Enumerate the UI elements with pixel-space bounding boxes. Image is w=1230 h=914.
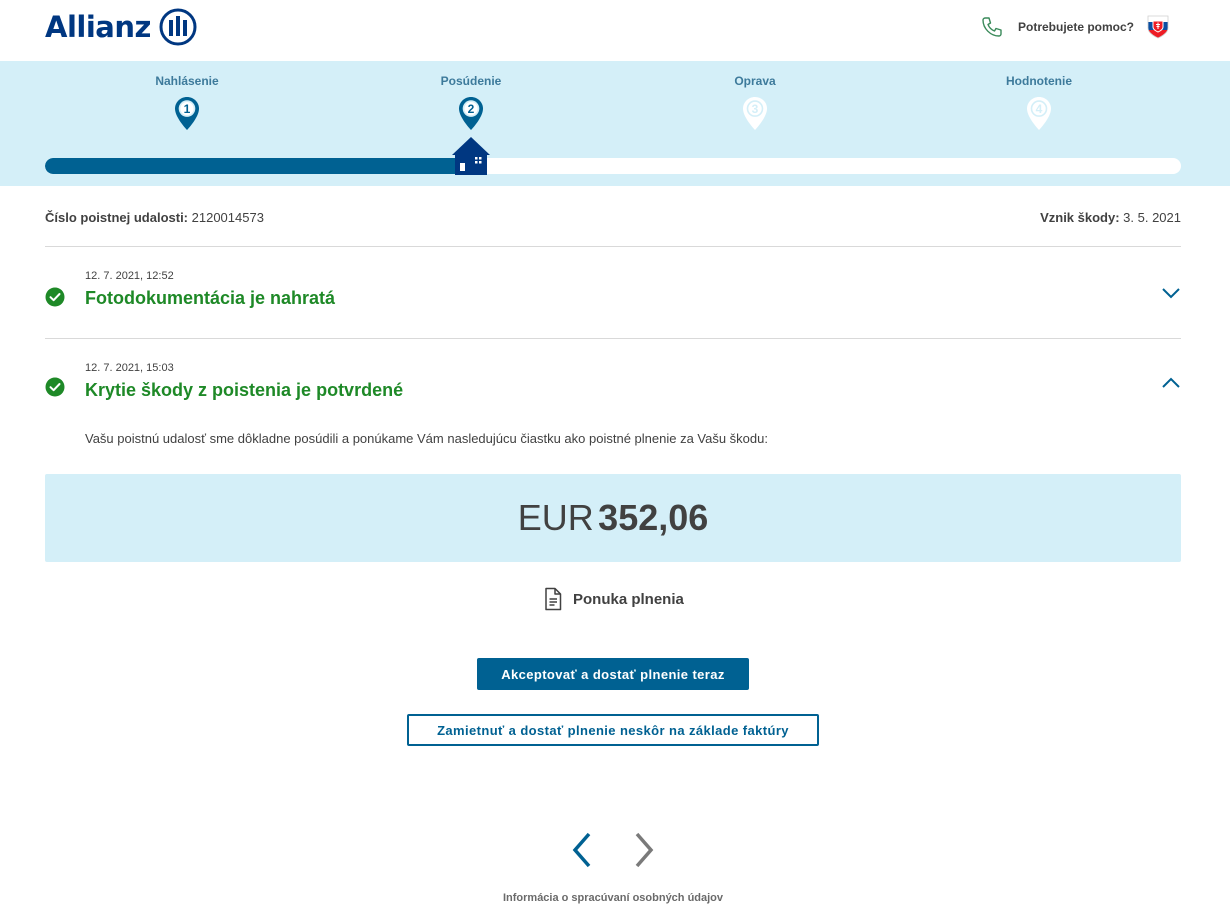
step-number: 4 — [1036, 102, 1043, 116]
chevron-left-icon[interactable] — [568, 830, 596, 870]
house-icon — [452, 137, 490, 175]
header: Allianz Potrebujete pomoc? — [0, 0, 1230, 61]
step-number: 1 — [184, 102, 191, 116]
event-title: Fotodokumentácia je nahratá — [85, 288, 336, 308]
logo-text: Allianz — [45, 10, 151, 44]
amount-value: 352,06 — [598, 497, 709, 538]
progress-band: Nahlásenie 1 Posúdenie 2 Oprava 3 Hodnot… — [0, 61, 1230, 186]
check-circle-icon — [45, 377, 65, 397]
step-oprava: Oprava 3 — [685, 74, 825, 132]
step-pin-icon: 1 — [175, 97, 199, 130]
event-date: 12. 7. 2021, 12:52 — [85, 270, 174, 282]
step-number: 3 — [752, 102, 759, 116]
privacy-link[interactable]: Informácia o spracúvaní osobných údajov — [0, 892, 1226, 904]
event-item-coverage[interactable]: 12. 7. 2021, 15:03 Krytie škody z poiste… — [45, 339, 1181, 419]
claim-info: Číslo poistnej udalosti: 2120014573 Vzni… — [45, 210, 1181, 230]
event-date: 12. 7. 2021, 15:03 — [85, 362, 174, 374]
step-hodnotenie: Hodnotenie 4 — [969, 74, 1109, 132]
damage-date-label: Vznik škody: — [1040, 210, 1120, 225]
chevron-right-icon[interactable] — [630, 830, 658, 870]
claim-number-value: 2120014573 — [191, 210, 264, 225]
step-label: Hodnotenie — [1006, 74, 1072, 88]
offer-document-label: Ponuka plnenia — [573, 590, 684, 608]
phone-icon — [982, 17, 1002, 37]
chevron-down-icon[interactable] — [1161, 286, 1181, 300]
step-posudenie: Posúdenie 2 — [401, 74, 541, 132]
step-label: Posúdenie — [440, 74, 502, 88]
allianz-logo[interactable]: Allianz — [45, 8, 197, 46]
damage-date-value: 3. 5. 2021 — [1123, 210, 1181, 225]
claim-number-label: Číslo poistnej udalosti: — [45, 210, 189, 225]
claim-number: Číslo poistnej udalosti: 2120014573 — [45, 210, 264, 225]
event-item-photos[interactable]: 12. 7. 2021, 12:52 Fotodokumentácia je n… — [45, 247, 1181, 338]
step-label: Oprava — [734, 74, 776, 88]
help-link[interactable]: Potrebujete pomoc? — [980, 14, 1170, 40]
step-pin-icon: 4 — [1027, 97, 1051, 130]
chevron-up-icon[interactable] — [1161, 376, 1181, 390]
step-pin-icon: 3 — [743, 97, 767, 130]
progress-track — [45, 158, 1181, 174]
step-pin-icon: 2 — [459, 97, 483, 130]
progress-fill — [45, 158, 466, 174]
reject-button[interactable]: Zamietnuť a dostať plnenie neskôr na zák… — [407, 714, 819, 746]
amount-box: EUR 352,06 — [45, 474, 1181, 562]
offer-document-link[interactable]: Ponuka plnenia — [542, 587, 684, 611]
step-nahlasenie: Nahlásenie 1 — [117, 74, 257, 132]
event-title: Krytie škody z poistenia je potvrdené — [85, 380, 404, 400]
help-label: Potrebujete pomoc? — [1017, 20, 1134, 34]
amount-currency: EUR — [517, 497, 594, 538]
step-label: Nahlásenie — [155, 74, 219, 88]
offer-description: Vašu poistnú udalosť sme dôkladne posúdi… — [85, 431, 768, 446]
check-circle-icon — [45, 287, 65, 307]
allianz-eagle-icon — [159, 8, 197, 46]
document-icon — [545, 587, 562, 611]
accept-button[interactable]: Akceptovať a dostať plnenie teraz — [477, 658, 749, 690]
damage-date: Vznik škody: 3. 5. 2021 — [1040, 210, 1181, 225]
step-number: 2 — [468, 102, 475, 116]
slovak-flag-icon[interactable] — [1146, 14, 1170, 40]
